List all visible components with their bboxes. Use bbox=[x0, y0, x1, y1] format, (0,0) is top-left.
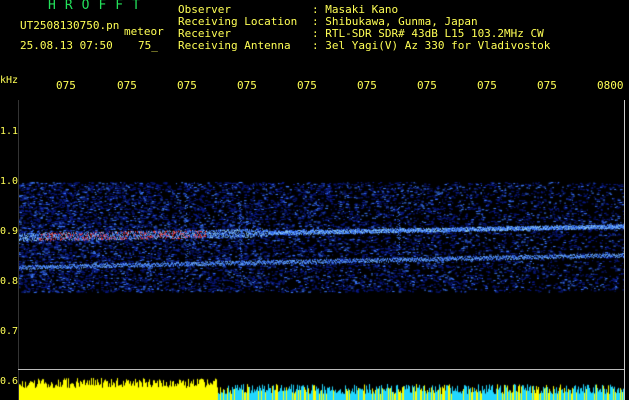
time-tick: 075 bbox=[477, 80, 497, 92]
axis-unit-label: kHz bbox=[0, 75, 19, 86]
freq-tick: 0.9 bbox=[0, 226, 19, 237]
plot-left-border bbox=[18, 100, 19, 400]
time-tick: 075 bbox=[237, 80, 257, 92]
timestamp: 25.08.13 07:50 bbox=[20, 39, 113, 52]
time-tick: 075 bbox=[357, 80, 377, 92]
app-title: HROFFT bbox=[48, 0, 149, 13]
antenna-value: : 3el Yagi(V) Az 330 for Vladivostok bbox=[312, 39, 551, 52]
time-tick: 075 bbox=[417, 80, 437, 92]
signal-level-guide-line bbox=[18, 369, 624, 370]
type-label: meteor bbox=[124, 25, 164, 38]
time-tick: 075 bbox=[177, 80, 197, 92]
freq-tick: 1.1 bbox=[0, 126, 19, 137]
freq-tick: 1.0 bbox=[0, 176, 19, 187]
antenna-label: Receiving Antenna bbox=[178, 39, 291, 52]
freq-tick: 0.6 bbox=[0, 376, 19, 387]
freq-tick: 0.7 bbox=[0, 326, 19, 337]
time-tick: 0800 bbox=[597, 80, 624, 92]
plot-right-border bbox=[624, 100, 625, 400]
file-name: UT2508130750.pn bbox=[20, 19, 120, 32]
time-tick: 075 bbox=[117, 80, 137, 92]
time-tick: 075 bbox=[297, 80, 317, 92]
time-tick: 075 bbox=[56, 80, 76, 92]
spectrogram-waterfall bbox=[18, 100, 624, 400]
minute-mark: 75_ bbox=[138, 39, 158, 52]
time-tick: 075 bbox=[537, 80, 557, 92]
freq-tick: 0.8 bbox=[0, 276, 19, 287]
